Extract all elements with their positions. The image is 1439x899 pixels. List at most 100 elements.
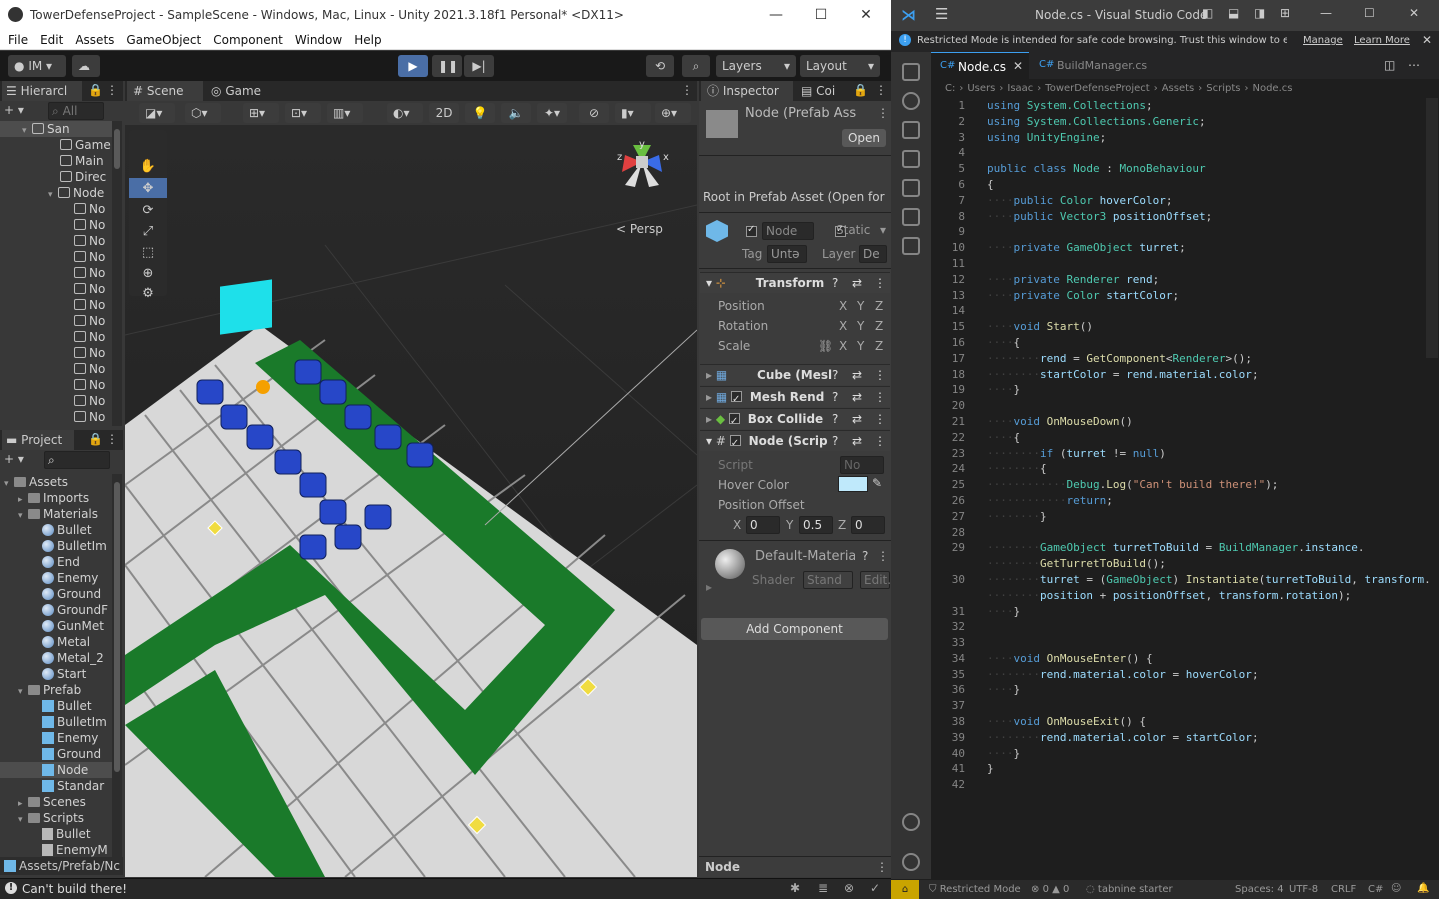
hierarchy-item[interactable]: Game (0, 137, 112, 153)
project-item[interactable]: Ground (0, 746, 112, 762)
inspector-tab[interactable]: ⓘ Inspector (701, 81, 793, 101)
kebab-menu-icon[interactable]: ⋮ (681, 83, 693, 97)
breadcrumb-item[interactable]: Scripts (1206, 83, 1240, 94)
hierarchy-item[interactable]: No (0, 329, 112, 345)
tag-dropdown[interactable]: Untǝ (767, 245, 807, 263)
hierarchy-item[interactable]: No (0, 361, 112, 377)
hover-color-swatch[interactable] (838, 476, 868, 492)
scene-viewport[interactable]: ✋ ✥ ⟳ ⤢ ⬚ ⊕ ⚙ y z x < Persp (125, 125, 697, 877)
unity-icon[interactable] (902, 237, 920, 255)
project-item[interactable]: ▾ Materials (0, 506, 112, 522)
project-item[interactable]: Bullet (0, 826, 112, 842)
remote-indicator-icon[interactable]: ⌂ (891, 880, 919, 899)
mesh-renderer-enabled-checkbox[interactable] (731, 389, 743, 410)
offset-x-field[interactable]: 0 (746, 516, 780, 534)
indentation-indicator[interactable]: Spaces: 4 (1235, 884, 1284, 895)
render-mode-dropdown[interactable]: ◐▾ (387, 103, 423, 123)
kebab-menu-icon[interactable]: ⋮ (874, 431, 886, 452)
project-item[interactable]: Ground (0, 586, 112, 602)
mesh-filter-component-header[interactable]: ▸ ▦ Cube (Mesl ? ⇄ ⋮ (700, 364, 890, 385)
layer-dropdown[interactable]: De (859, 245, 887, 263)
scale-link-icon[interactable]: ⛓ (818, 339, 833, 353)
search-button[interactable]: ⌕ (682, 55, 710, 77)
project-item[interactable]: ▾ Scripts (0, 810, 112, 826)
toggle-secondary-sidebar-icon[interactable]: ◨ (1254, 6, 1265, 20)
help-icon[interactable]: ? (832, 409, 838, 430)
help-icon[interactable]: ? (832, 431, 838, 452)
hidden-objects-toggle[interactable]: ⊘ (579, 103, 609, 123)
offset-y-field[interactable]: 0.5 (799, 516, 833, 534)
help-icon[interactable]: ? (832, 387, 838, 408)
language-indicator[interactable]: C# (1368, 884, 1383, 895)
kebab-menu-icon[interactable]: ⋮ (874, 365, 886, 386)
project-item[interactable]: Standar (0, 778, 112, 794)
menu-item-help[interactable]: Help (354, 33, 381, 47)
lock-icon[interactable]: 🔒 (88, 83, 103, 97)
maximize-button[interactable]: ☐ (1364, 6, 1375, 20)
grid-snap-dropdown[interactable]: ⊞▾ (243, 103, 279, 123)
gizmos-dropdown[interactable]: ⊕▾ (655, 103, 691, 123)
project-item[interactable]: End (0, 554, 112, 570)
box-collider-component-header[interactable]: ▸ ◆ Box Collide ? ⇄ ⋮ (700, 408, 890, 432)
learn-more-link[interactable]: Learn More (1354, 35, 1410, 46)
lighting-toggle[interactable]: 💡 (465, 103, 495, 123)
menu-item-edit[interactable]: Edit (40, 33, 63, 47)
help-icon[interactable]: ? (832, 273, 838, 294)
hierarchy-item[interactable]: No (0, 201, 112, 217)
tab-node-cs[interactable]: C# Node.cs ✕ (931, 52, 1029, 79)
close-button[interactable]: ✕ (846, 4, 886, 26)
console-tab[interactable]: ▤ Coi (797, 81, 857, 101)
kebab-menu-icon[interactable]: ⋮ (874, 387, 886, 408)
source-control-icon[interactable] (902, 121, 920, 139)
transform-component-header[interactable]: ▾ ⊹ Transform ? ⇄ ⋮ (700, 272, 890, 293)
problems-indicator[interactable]: ⊗ 0 ▲ 0 (1031, 884, 1069, 895)
kebab-menu-icon[interactable]: ⋮ (874, 409, 886, 430)
notifications-bell-icon[interactable]: 🔔 (1417, 883, 1429, 894)
2d-toggle[interactable]: 2D (429, 103, 459, 123)
kebab-menu-icon[interactable]: ⋮ (106, 83, 118, 97)
custom-tool-icon[interactable]: ⚙ (142, 286, 154, 301)
game-tab[interactable]: ◎ Game (207, 81, 277, 101)
transform-tool-icon[interactable]: ⊕ (143, 266, 154, 281)
snap-settings-dropdown[interactable]: ▥▾ (327, 103, 363, 123)
hierarchy-item[interactable]: No (0, 313, 112, 329)
project-tab[interactable]: ▬ Project (2, 430, 74, 450)
script-object-field[interactable]: No (840, 456, 884, 474)
node-script-enabled-checkbox[interactable] (729, 433, 741, 454)
mesh-renderer-component-header[interactable]: ▸ ▦ Mesh Rend ? ⇄ ⋮ (700, 386, 890, 410)
cloud-button[interactable]: ☁ (72, 55, 100, 77)
project-item[interactable]: Bullet (0, 522, 112, 538)
menu-item-component[interactable]: Component (213, 33, 283, 47)
encoding-indicator[interactable]: UTF-8 (1289, 884, 1318, 895)
lock-icon[interactable]: 🔒 (853, 83, 868, 97)
hierarchy-item[interactable]: No (0, 233, 112, 249)
kebab-menu-icon[interactable]: ⋮ (877, 106, 889, 120)
hierarchy-item[interactable]: No (0, 217, 112, 233)
lock-icon[interactable]: 🔒 (88, 432, 103, 446)
bug-icon[interactable]: ✱ (790, 881, 800, 895)
snap-increment-dropdown[interactable]: ⊡▾ (285, 103, 321, 123)
hierarchy-item[interactable]: Main (0, 153, 112, 169)
move-tool-icon[interactable]: ✥ (143, 181, 154, 196)
undo-history-button[interactable]: ⟲ (646, 55, 674, 77)
project-item[interactable]: Metal_2 (0, 650, 112, 666)
manage-link[interactable]: Manage (1303, 35, 1343, 46)
audio-toggle[interactable]: 🔈 (501, 103, 531, 123)
project-item[interactable]: ▾ Assets (0, 474, 112, 490)
minimize-button[interactable]: — (756, 4, 796, 26)
hierarchy-item[interactable]: ▾ Node (0, 185, 112, 201)
static-dropdown-icon[interactable]: ▾ (880, 223, 886, 237)
remote-explorer-icon[interactable] (902, 179, 920, 197)
hierarchy-item[interactable]: No (0, 281, 112, 297)
minimize-button[interactable]: — (1320, 6, 1332, 20)
lighting-icon[interactable]: ⊗ (844, 881, 854, 895)
project-create-button[interactable]: + ▾ (4, 452, 36, 468)
help-icon[interactable]: ? (832, 365, 838, 386)
toggle-panel-icon[interactable]: ⬓ (1228, 6, 1239, 20)
object-name-field[interactable]: Node (762, 222, 814, 240)
breadcrumb-item[interactable]: C: (945, 83, 955, 94)
settings-sliders-icon[interactable]: ⇄ (852, 409, 862, 430)
menu-item-assets[interactable]: Assets (75, 33, 114, 47)
hand-tool-icon[interactable]: ✋ (140, 158, 156, 174)
breadcrumb-item[interactable]: Node.cs (1252, 83, 1292, 94)
